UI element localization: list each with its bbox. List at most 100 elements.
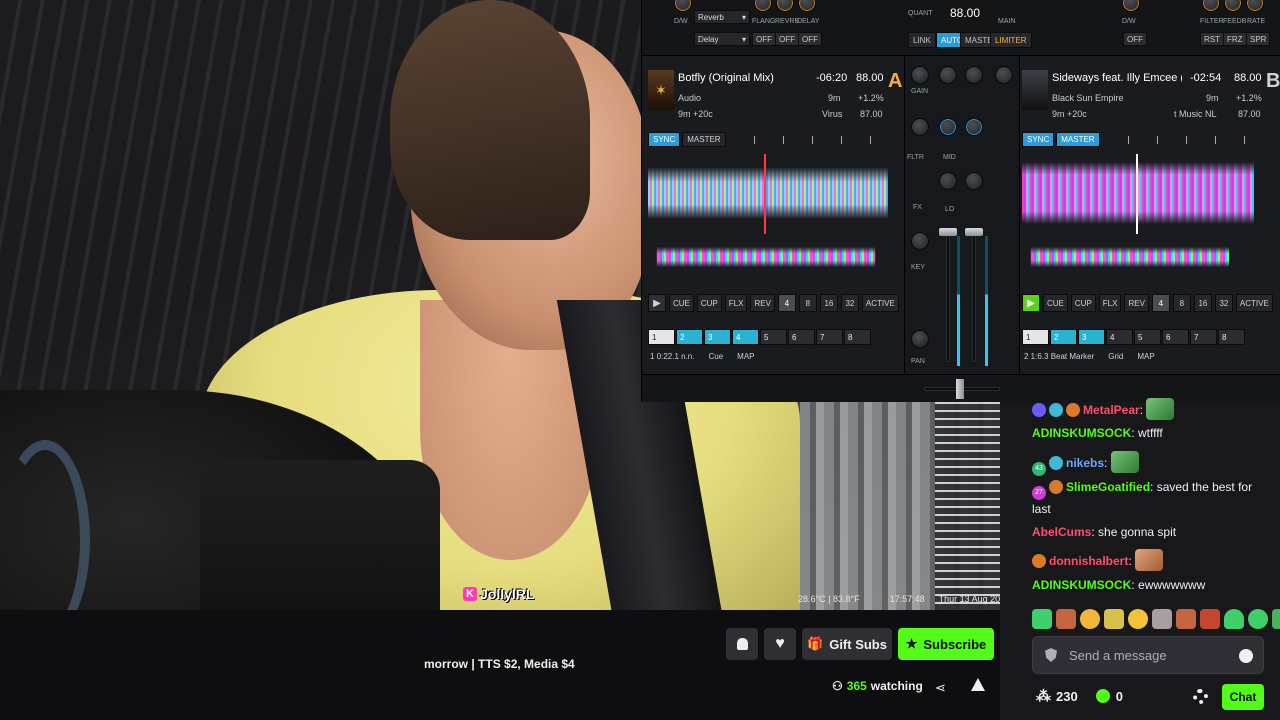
chat-text: she gonna spit	[1098, 525, 1177, 539]
hotcue: 2	[676, 329, 703, 345]
emote-icon[interactable]	[1248, 609, 1268, 629]
sub-badge-icon	[1049, 456, 1063, 470]
gain-label: GAIN	[911, 88, 929, 95]
cup-button: CUP	[1070, 294, 1096, 312]
overlay-time: 17:57:48	[889, 594, 925, 604]
fx-knob	[1122, 0, 1140, 12]
notify-button[interactable]	[726, 628, 758, 660]
watermark-text: JollyIRL	[480, 586, 535, 602]
fx-knob	[1246, 0, 1264, 12]
follow-button[interactable]: ♥	[764, 628, 796, 660]
fx-label: REVRB	[775, 18, 800, 25]
chat-username[interactable]: AbelCums	[1032, 525, 1091, 539]
sync-button: SYNC	[1022, 132, 1055, 147]
loop-8: 8	[798, 294, 817, 312]
emote-bar	[1032, 609, 1280, 629]
chat-viewer-count: 230	[1056, 688, 1078, 704]
hotcue: 6	[1162, 329, 1189, 345]
report-warning-icon[interactable]	[971, 678, 985, 691]
hotcue: 8	[844, 329, 871, 345]
cue-position: 1 0:22.1 n.n.	[650, 352, 695, 361]
hotcue: 2	[1050, 329, 1077, 345]
emote-icon[interactable]	[1176, 609, 1196, 629]
emote-icon[interactable]	[1272, 609, 1280, 629]
fx-label: D/W	[674, 18, 688, 25]
sub-badge-icon: 43	[1032, 462, 1046, 476]
lo-knob	[939, 172, 957, 190]
chat-username[interactable]: MetalPear	[1083, 403, 1140, 417]
points-icon[interactable]	[1095, 689, 1110, 703]
emote-icon[interactable]	[1056, 609, 1076, 629]
emote-icon[interactable]	[1224, 609, 1244, 629]
loop-16: 16	[1193, 294, 1212, 312]
hotcue: 1	[1022, 329, 1049, 345]
lo-knob	[965, 172, 983, 190]
emoji-icon[interactable]	[1239, 649, 1253, 663]
sync-button: SYNC	[648, 132, 681, 147]
crossfader	[956, 379, 964, 399]
gift-subs-button[interactable]: 🎁 Gift Subs	[802, 628, 892, 660]
emote-icon[interactable]	[1200, 609, 1220, 629]
hi-knob	[965, 66, 983, 84]
link-button: LINK	[908, 32, 936, 48]
chat-username[interactable]: nikebs	[1066, 456, 1104, 470]
key-label: KEY	[911, 264, 926, 271]
chat-username[interactable]: donnishalbert	[1049, 554, 1128, 568]
track-artist: Black Sun Empire	[1052, 93, 1124, 103]
playhead	[1136, 154, 1138, 234]
chat-send-button[interactable]: Chat	[1222, 684, 1264, 710]
emote-icon[interactable]	[1152, 609, 1172, 629]
pan-label: PAN	[911, 358, 925, 365]
quant-label: QUANT	[908, 10, 933, 17]
channel-fader	[939, 228, 957, 236]
stream-page: K JollyIRL 28.6°C | 83.8°F 17:57:48 Thur…	[0, 0, 1280, 720]
points-count: 0	[1115, 688, 1123, 704]
fx-toggle: OFF	[798, 32, 822, 46]
fx-toggle: OFF	[752, 32, 776, 46]
mid-label: MID	[943, 154, 956, 161]
share-icon[interactable]: ⋖	[935, 680, 946, 696]
flx-button: FLX	[1098, 294, 1122, 312]
waveform	[648, 156, 888, 230]
deck-label: t Music NL	[1174, 109, 1217, 119]
emote-icon	[1135, 549, 1164, 571]
gain-knob	[995, 66, 1013, 84]
rev-button: REV	[1124, 294, 1149, 312]
hotcue: 7	[816, 329, 843, 345]
level-meter	[957, 236, 960, 366]
chat-username[interactable]: SlimeGoatified	[1066, 480, 1150, 494]
emote-icon	[1146, 398, 1175, 420]
emote-icon[interactable]	[1128, 609, 1148, 629]
settings-gear-icon[interactable]	[1193, 689, 1208, 704]
emote-icon[interactable]	[1080, 609, 1100, 629]
chat-username[interactable]: ADINSKUMSOCK	[1032, 578, 1131, 592]
chat-text: wtffff	[1138, 426, 1163, 440]
viewer-count: ⚇ 365 watching	[832, 679, 923, 693]
fx-label: RATE	[1247, 18, 1266, 25]
chat-panel: MetalPear: ADINSKUMSOCK: wtffff 43 nikebs…	[1000, 398, 1280, 720]
chat-input-placeholder: Send a message	[1069, 648, 1167, 663]
album-cover: ✶	[648, 70, 674, 110]
chat-message: MetalPear:	[1032, 398, 1262, 420]
shield-icon	[1045, 648, 1057, 662]
transport-row: ▶ CUE CUP FLX REV 4 8 16 32 ACTIVE	[1022, 294, 1273, 312]
fltr-label: FLTR	[907, 154, 924, 161]
subscribe-button[interactable]: ★ Subscribe	[898, 628, 994, 660]
hotcue: 1	[648, 329, 675, 345]
cue-type: Grid	[1108, 352, 1124, 361]
emote-icon[interactable]	[1032, 609, 1052, 629]
dj-fx-bar: D/W Reverb ▾ Delay ▾ FLANG REVRB DELAY OFF…	[642, 0, 1280, 56]
loop-4: 4	[1151, 294, 1170, 312]
chat-message: 27 SlimeGoatified: saved the best for las…	[1032, 480, 1253, 516]
sub-badge-icon	[1032, 403, 1046, 417]
chat-username[interactable]: ADINSKUMSOCK	[1032, 426, 1131, 440]
chat-input[interactable]: Send a message	[1032, 636, 1264, 674]
fx-knob	[1224, 0, 1242, 12]
fx-select-1: Reverb ▾	[694, 10, 750, 24]
emote-icon[interactable]	[1104, 609, 1124, 629]
rev-button: REV	[750, 294, 775, 312]
chat-message: 43 nikebs:	[1032, 451, 1262, 476]
stream-title: morrow | TTS $2, Media $4	[424, 657, 575, 671]
level-meter	[985, 236, 988, 366]
track-overview	[656, 240, 876, 274]
